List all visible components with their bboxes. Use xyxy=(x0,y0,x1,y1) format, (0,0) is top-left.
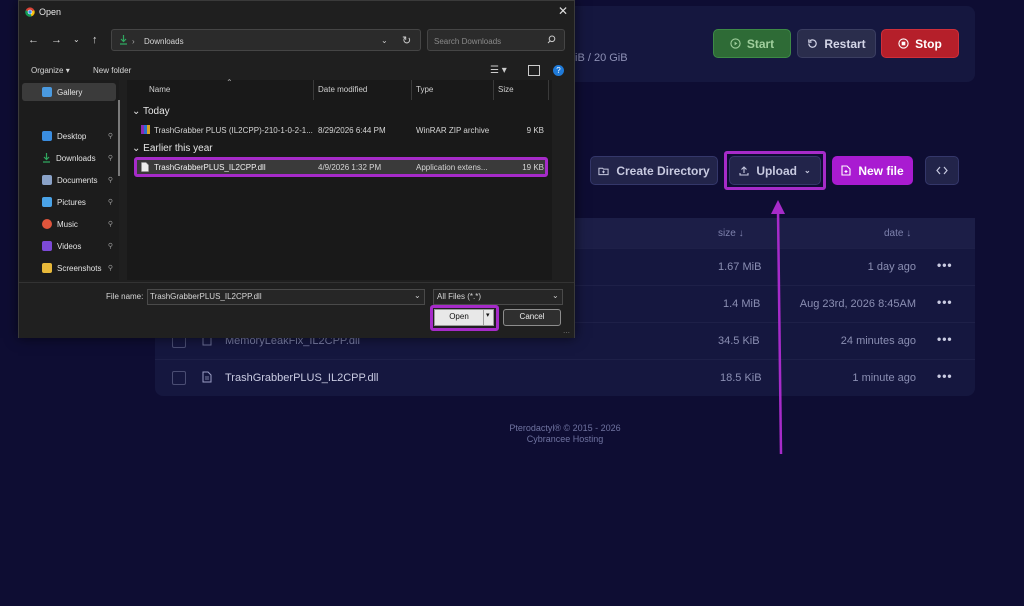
recent-locations-icon[interactable]: ⌄ xyxy=(73,35,80,44)
upload-arrow-line xyxy=(776,209,783,455)
close-icon[interactable]: ✕ xyxy=(558,4,568,18)
pin-icon: ⚲ xyxy=(107,265,113,272)
upload-arrow-head xyxy=(771,200,785,214)
desktop-icon xyxy=(42,131,52,141)
pin-icon: ⚲ xyxy=(107,133,113,140)
pin-icon: ⚲ xyxy=(107,221,113,228)
download-icon xyxy=(119,35,128,45)
column-divider[interactable] xyxy=(493,80,494,100)
file-name: TrashGrabberPLUS_IL2CPP.dll xyxy=(154,163,266,172)
file-type: Application extens... xyxy=(416,163,488,172)
column-divider[interactable] xyxy=(313,80,314,100)
refresh-icon[interactable]: ↻ xyxy=(402,34,411,47)
pin-icon: ⚲ xyxy=(107,177,113,184)
address-dropdown-icon[interactable]: ⌄ xyxy=(381,36,388,45)
group-header-earlier[interactable]: ⌄ Earlier this year xyxy=(132,143,213,154)
chevron-down-icon[interactable]: ⌄ xyxy=(414,291,421,300)
folder-icon xyxy=(42,263,52,273)
type-column-header[interactable]: Type xyxy=(416,85,433,94)
nav-item-downloads[interactable]: Downloads ⚲ xyxy=(22,149,116,167)
chrome-icon xyxy=(25,7,35,17)
open-highlight xyxy=(430,305,499,331)
help-icon[interactable]: ? xyxy=(553,65,564,76)
music-icon xyxy=(42,219,52,229)
back-icon[interactable]: ← xyxy=(28,34,39,46)
address-text: Downloads xyxy=(144,37,184,46)
file-size: 19 KB xyxy=(522,163,544,172)
download-icon xyxy=(42,153,51,163)
file-list-pane xyxy=(127,80,552,280)
file-modified: 4/9/2026 1:32 PM xyxy=(318,163,382,172)
nav-item-pictures[interactable]: Pictures ⚲ xyxy=(22,193,116,211)
pin-icon: ⚲ xyxy=(107,155,113,162)
gallery-icon xyxy=(42,87,52,97)
cancel-label: Cancel xyxy=(519,312,545,321)
nav-item-desktop[interactable]: Desktop ⚲ xyxy=(22,127,116,145)
file-size: 9 KB xyxy=(526,126,544,135)
resize-grip-icon[interactable]: ⋯ xyxy=(563,329,570,337)
file-modified: 8/29/2026 6:44 PM xyxy=(318,126,386,135)
file-name-label: File name: xyxy=(106,292,144,301)
breadcrumb-separator-icon: › xyxy=(132,37,135,46)
search-icon xyxy=(547,35,556,44)
preview-pane-icon[interactable] xyxy=(528,65,540,76)
chevron-down-icon: ⌄ xyxy=(552,291,559,300)
sort-indicator-icon: ⌃ xyxy=(226,78,233,87)
column-divider[interactable] xyxy=(548,80,549,100)
name-column-header[interactable]: Name xyxy=(149,85,170,94)
organize-menu[interactable]: Organize ▾ xyxy=(31,66,70,75)
dialog-title: Open xyxy=(39,7,62,17)
winrar-archive-icon xyxy=(141,125,150,134)
forward-icon[interactable]: → xyxy=(51,34,62,46)
videos-icon xyxy=(42,241,52,251)
nav-item-screenshots[interactable]: Screenshots ⚲ xyxy=(22,259,116,277)
nav-item-gallery[interactable]: Gallery xyxy=(22,83,116,101)
column-divider[interactable] xyxy=(411,80,412,100)
pictures-icon xyxy=(42,197,52,207)
nav-scrollbar[interactable] xyxy=(118,100,120,176)
file-type: WinRAR ZIP archive xyxy=(416,126,490,135)
filter-value: All Files (*.*) xyxy=(437,292,482,301)
file-name: TrashGrabber PLUS (IL2CPP)-210-1-0-2-1..… xyxy=(154,126,313,135)
date-modified-column-header[interactable]: Date modified xyxy=(318,85,367,94)
nav-item-videos[interactable]: Videos ⚲ xyxy=(22,237,116,255)
nav-item-documents[interactable]: Documents ⚲ xyxy=(22,171,116,189)
size-column-header[interactable]: Size xyxy=(498,85,514,94)
pin-icon: ⚲ xyxy=(107,199,113,206)
search-placeholder: Search Downloads xyxy=(434,37,502,46)
dll-file-icon xyxy=(141,162,149,172)
new-folder-button[interactable]: New folder xyxy=(93,66,131,75)
pin-icon: ⚲ xyxy=(107,243,113,250)
nav-item-music[interactable]: Music ⚲ xyxy=(22,215,116,233)
view-options-icon[interactable]: ☰ ▾ xyxy=(490,65,507,76)
documents-icon xyxy=(42,175,52,185)
file-name-value: TrashGrabberPLUS_IL2CPP.dll xyxy=(150,292,262,301)
group-header-today[interactable]: ⌄ Today xyxy=(132,106,170,117)
up-icon[interactable]: ↑ xyxy=(92,34,98,46)
